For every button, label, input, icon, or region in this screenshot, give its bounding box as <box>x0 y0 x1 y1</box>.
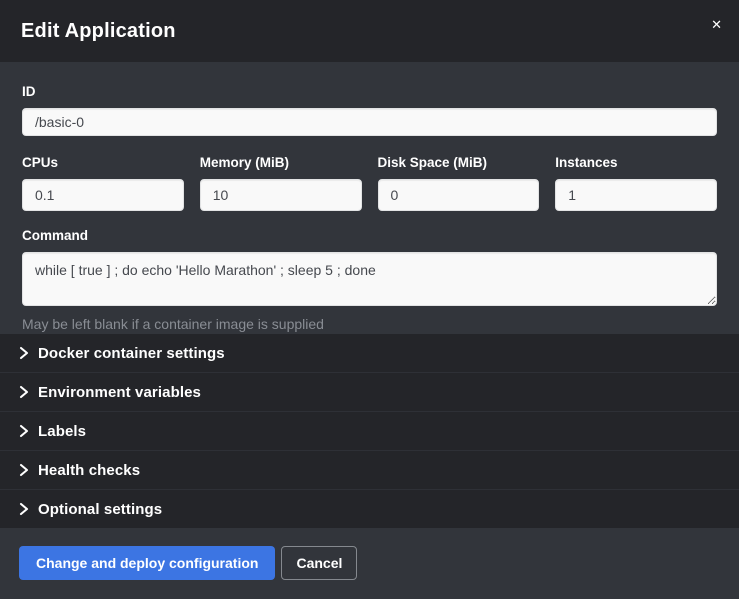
memory-field-group: Memory (MiB) <box>200 156 362 211</box>
change-and-deploy-button[interactable]: Change and deploy configuration <box>19 546 275 580</box>
section-health-checks[interactable]: Health checks <box>0 451 739 490</box>
resources-row: CPUs Memory (MiB) Disk Space (MiB) Insta… <box>22 156 717 211</box>
id-label: ID <box>22 85 717 100</box>
id-field-group: ID <box>22 85 717 136</box>
cpus-field-group: CPUs <box>22 156 184 211</box>
cancel-button[interactable]: Cancel <box>281 546 357 580</box>
instances-label: Instances <box>555 156 717 171</box>
chevron-right-icon <box>19 502 29 516</box>
disk-field-group: Disk Space (MiB) <box>378 156 540 211</box>
section-docker-container-settings[interactable]: Docker container settings <box>0 334 739 373</box>
chevron-right-icon <box>19 463 29 477</box>
disk-label: Disk Space (MiB) <box>378 156 540 171</box>
modal-title: Edit Application <box>21 20 176 43</box>
modal-header: Edit Application ✕ <box>0 0 739 62</box>
chevron-right-icon <box>19 424 29 438</box>
section-label: Labels <box>38 423 86 440</box>
modal-footer: Change and deploy configuration Cancel <box>0 528 739 599</box>
instances-input[interactable] <box>555 179 717 211</box>
memory-input[interactable] <box>200 179 362 211</box>
section-label: Environment variables <box>38 384 201 401</box>
command-label: Command <box>22 229 717 244</box>
memory-label: Memory (MiB) <box>200 156 362 171</box>
chevron-right-icon <box>19 385 29 399</box>
section-label: Docker container settings <box>38 345 225 362</box>
instances-field-group: Instances <box>555 156 717 211</box>
cpus-input[interactable] <box>22 179 184 211</box>
section-label: Optional settings <box>38 501 162 518</box>
id-input[interactable] <box>22 108 717 136</box>
section-labels[interactable]: Labels <box>0 412 739 451</box>
collapsible-sections: Docker container settings Environment va… <box>0 334 739 528</box>
section-optional-settings[interactable]: Optional settings <box>0 490 739 528</box>
edit-application-modal: Edit Application ✕ ID CPUs Memory (MiB) … <box>0 0 739 599</box>
command-textarea[interactable]: while [ true ] ; do echo 'Hello Marathon… <box>22 252 717 306</box>
chevron-right-icon <box>19 346 29 360</box>
command-field-group: Command while [ true ] ; do echo 'Hello … <box>22 229 717 332</box>
close-icon[interactable]: ✕ <box>707 14 726 35</box>
section-label: Health checks <box>38 462 140 479</box>
command-help-text: May be left blank if a container image i… <box>22 316 717 332</box>
cpus-label: CPUs <box>22 156 184 171</box>
disk-input[interactable] <box>378 179 540 211</box>
section-environment-variables[interactable]: Environment variables <box>0 373 739 412</box>
application-form: ID CPUs Memory (MiB) Disk Space (MiB) In… <box>0 62 739 334</box>
